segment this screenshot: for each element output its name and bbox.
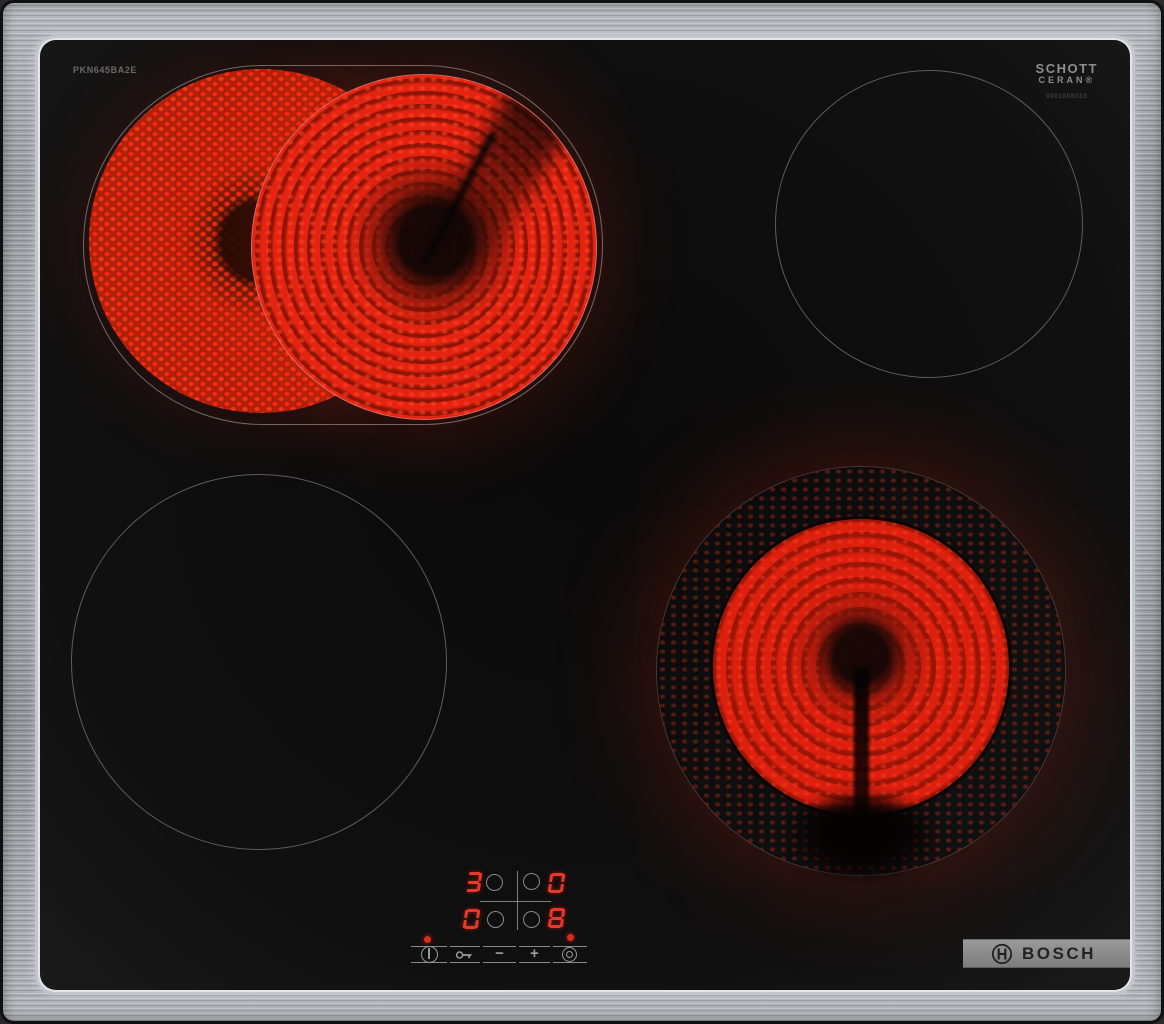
bosch-anchor-icon [991,943,1013,965]
element-terminal-shadow [789,797,934,882]
display-digit-front-right [548,908,566,928]
display-digit-front-left [463,909,481,929]
stainless-frame: PKN645BA2E SCHOTT CERAN® 9001808033 [0,0,1164,1024]
display-digit-back-right [548,873,566,893]
display-digit-back-left [465,872,483,892]
cooktop-photo: PKN645BA2E SCHOTT CERAN® 9001808033 [0,0,1164,1024]
glass-serial-number: 9001808033 [1036,94,1098,100]
power-button[interactable] [411,946,447,963]
thermal-limiter-rod-shadow [854,667,869,815]
schott-ceran-logo: SCHOTT CERAN® 9001808033 [1036,62,1098,100]
ceramic-glass-surface: PKN645BA2E SCHOTT CERAN® 9001808033 [40,40,1130,990]
brand-name: BOSCH [1022,944,1096,964]
decrease-button[interactable]: − [483,946,516,963]
zone-front-left-outline [71,474,447,850]
dual-zone-icon [562,947,577,962]
display-divider-horizontal [480,901,551,902]
schott-logo-line2: CERAN® [1036,76,1098,85]
display-zone-circle [486,874,503,891]
dual-zone-button[interactable] [553,946,587,963]
dual-zone-indicator-led [567,934,574,941]
minus-icon: − [495,946,504,961]
plus-icon: + [530,946,539,961]
power-indicator-led [424,936,431,943]
power-icon [421,946,438,963]
brand-badge: BOSCH [963,939,1130,968]
touch-control-panel: − + [411,946,587,963]
heat-shadow-streak [407,74,588,294]
model-number: PKN645BA2E [73,65,137,75]
display-zone-circle [523,911,540,928]
schott-logo-line1: SCHOTT [1036,62,1098,76]
zone-back-right-outline [775,70,1083,378]
inner-heating-disc [713,519,1009,815]
zone-front-right-heating-element [657,467,1065,875]
child-lock-button[interactable] [450,946,480,963]
zone-back-left-main-heating-circle [251,74,597,420]
key-icon [455,950,475,960]
display-zone-circle [487,911,504,928]
display-zone-circle [523,873,540,890]
increase-button[interactable]: + [519,946,550,963]
